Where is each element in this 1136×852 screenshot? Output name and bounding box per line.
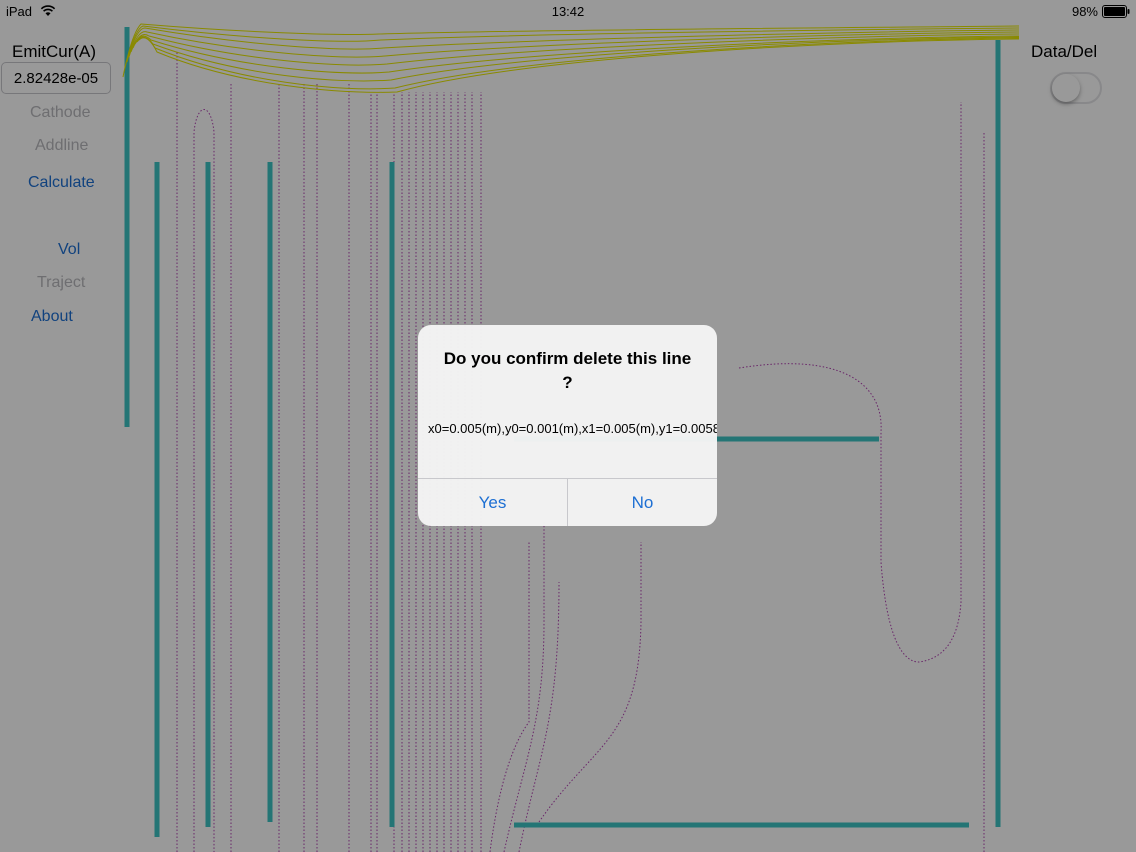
- no-button[interactable]: No: [568, 479, 717, 526]
- alert-title: Do you confirm delete this line ?: [443, 349, 692, 392]
- app-screen: iPad 13:42 98% EmitCur(A) 2.82428e-05 Ca…: [0, 0, 1136, 852]
- yes-button[interactable]: Yes: [418, 479, 567, 526]
- alert-message: x0=0.005(m),y0=0.001(m),x1=0.005(m),y1=0…: [428, 421, 717, 436]
- confirm-delete-alert: Do you confirm delete this line ? x0=0.0…: [418, 325, 717, 526]
